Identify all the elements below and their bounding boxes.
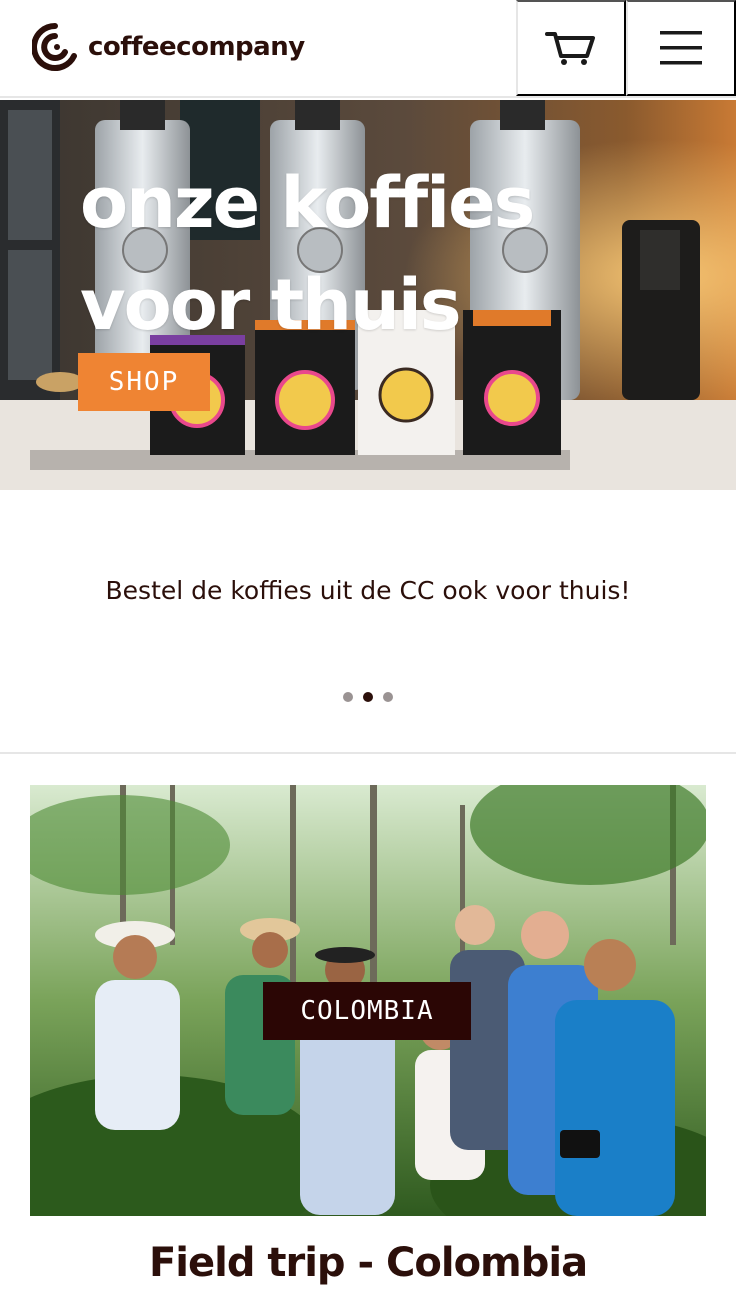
menu-button[interactable]	[626, 0, 736, 96]
hamburger-menu-icon	[660, 31, 702, 65]
shop-button[interactable]: SHOP	[78, 353, 210, 411]
hero-title-line-2: voor thuis	[80, 264, 462, 346]
section-divider	[0, 752, 736, 754]
brand-logo-icon	[32, 23, 77, 71]
article-card-colombia[interactable]: COLOMBIA	[30, 785, 706, 1216]
slider-caption: Bestel de koffies uit de CC ook voor thu…	[105, 576, 631, 605]
slider-dot-3[interactable]	[383, 692, 393, 702]
cart-button[interactable]	[516, 0, 626, 96]
shopping-cart-icon	[545, 32, 595, 65]
article-category-tag: COLOMBIA	[263, 982, 471, 1040]
brand-logo-link[interactable]: coffeecompany	[32, 22, 305, 72]
hero-title: onze koffies voor thuis	[80, 152, 680, 356]
site-header: coffeecompany	[0, 0, 736, 98]
article-title[interactable]: Field trip - Colombia	[0, 1240, 736, 1286]
brand-name: coffeecompany	[88, 32, 305, 62]
slider-dot-1[interactable]	[343, 692, 353, 702]
slider-dot-2[interactable]	[363, 692, 373, 702]
hero-slide: onze koffies voor thuis SHOP	[0, 100, 736, 490]
slider-pagination	[0, 692, 736, 702]
hero-title-line-1: onze koffies	[80, 162, 535, 244]
